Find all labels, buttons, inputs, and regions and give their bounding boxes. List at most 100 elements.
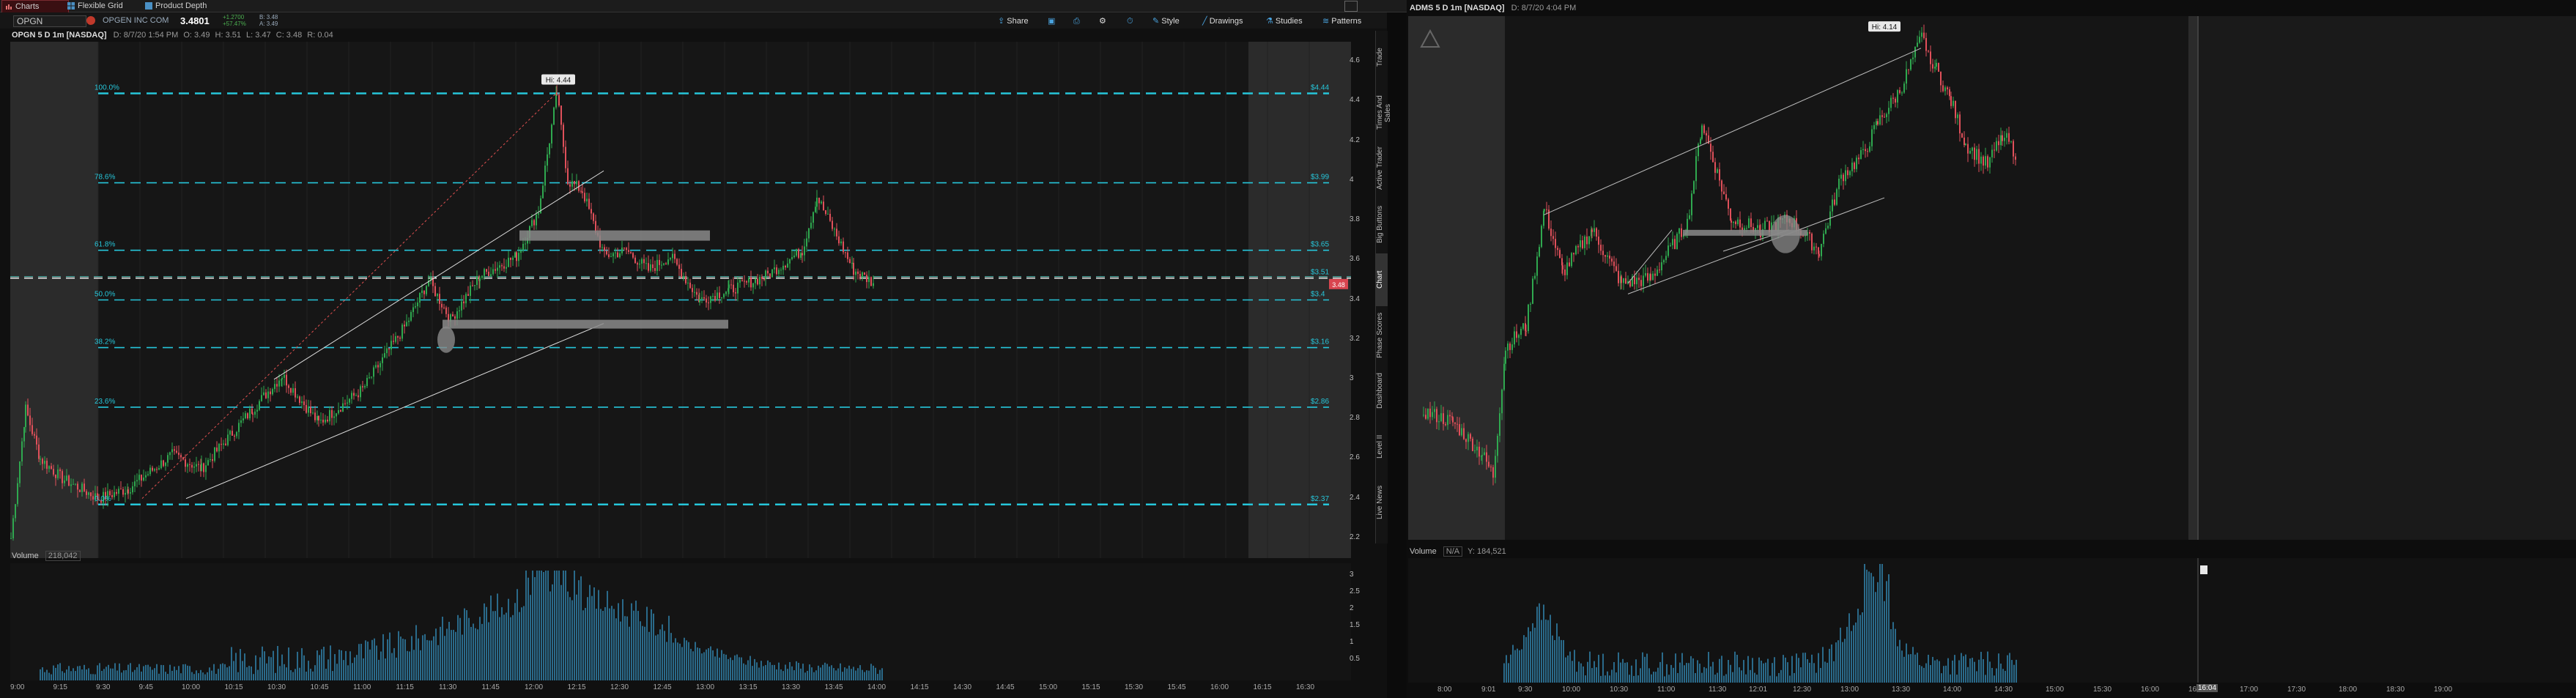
volume-bar (1864, 564, 1865, 683)
volume-bar (708, 647, 709, 680)
time-tick-label: 13:00 (696, 683, 715, 691)
volume-bar (1932, 656, 1933, 683)
volume-bar (343, 660, 344, 680)
tab-product-depth[interactable]: Product Depth (142, 0, 236, 12)
volume-bar (1576, 672, 1577, 683)
candle-body (1862, 149, 1864, 150)
candle-body (364, 386, 366, 387)
time-axis[interactable]: 8:00 9:01 9:30 10:00 10:30 11:00 11:30 12:01 12:… (1408, 684, 2576, 697)
tab-charts[interactable]: Charts (1, 0, 69, 13)
window-restore-button[interactable] (1344, 1, 1358, 12)
volume-bar (741, 657, 742, 680)
volume-bar (1677, 672, 1679, 683)
share-icon: ⇪ (998, 17, 1007, 26)
studies-button[interactable]: ⚗ Studies (1266, 15, 1303, 27)
volume-bar (202, 672, 204, 680)
time-tick-label: 10:30 (267, 683, 286, 691)
drawings-button[interactable]: ╱ Drawings (1202, 15, 1243, 27)
volume-bar (653, 613, 654, 680)
side-tab-chart[interactable]: Chart (1376, 253, 1388, 306)
tab-flexible-grid[interactable]: Flexible Grid (64, 0, 151, 12)
volume-bar (479, 617, 481, 680)
candle-body (479, 278, 481, 281)
side-tab-live-news[interactable]: Live News (1376, 476, 1388, 529)
candle-body (349, 398, 350, 403)
side-tab-trade[interactable]: Trade (1376, 31, 1388, 83)
time-axis[interactable]: 9:00 9:15 9:30 9:45 10:00 10:15 10:30 10:45 11:0… (10, 682, 1351, 695)
candle-body (19, 461, 21, 483)
time-tick-label: 17:00 (2240, 686, 2259, 694)
candle-body (331, 409, 333, 418)
side-tab-level-ii[interactable]: Level II (1376, 420, 1388, 473)
screenshot-button[interactable]: ▣ (1048, 15, 1055, 27)
candle-body (1438, 421, 1440, 423)
candle-body (1476, 446, 1478, 451)
side-tab-active-trader[interactable]: Active Trader (1376, 142, 1388, 195)
candle-body (286, 374, 287, 386)
volume-bar (620, 621, 621, 680)
candle-body (544, 166, 546, 186)
side-tab-dashboard[interactable]: Dashboard (1376, 365, 1388, 417)
volume-bar (582, 610, 584, 680)
candle-body (288, 385, 289, 388)
candle-body (641, 259, 643, 264)
side-tab-times-and-sales[interactable]: Times And Sales (1376, 86, 1392, 139)
time-tick-label: 10:30 (1610, 686, 1629, 694)
candle-body (1594, 228, 1595, 232)
style-label: Style (1161, 17, 1180, 26)
candle-body (167, 455, 169, 463)
settings-button[interactable]: ⚙ (1099, 15, 1106, 27)
style-button[interactable]: ✎ Style (1152, 15, 1180, 27)
side-tab-phase-scores[interactable]: Phase Scores (1376, 309, 1388, 362)
volume-bar (1679, 662, 1681, 683)
volume-bar (1928, 654, 1929, 683)
volume-bar (277, 645, 278, 680)
side-tab-big-buttons[interactable]: Big Buttons (1376, 198, 1388, 250)
candle-body (395, 336, 396, 342)
volume-chart[interactable] (1408, 558, 2576, 683)
volume-bar (486, 606, 487, 680)
volume-bar (686, 640, 687, 680)
candle-body (382, 357, 383, 363)
volume-bar (312, 671, 314, 680)
candle-body (538, 213, 539, 215)
candle-body (632, 253, 634, 258)
volume-bar (589, 584, 591, 680)
price-axis[interactable]: 4.6 4.4 4.2 4 3.8 3.6 3.4 3.2 3 2.8 2.6 2.4 2.2 (1347, 42, 1376, 558)
candle-body (1739, 219, 1741, 228)
price-tick-label: 2.4 (1350, 493, 1360, 502)
share-button[interactable]: ⇪ Share (998, 15, 1029, 27)
patterns-button[interactable]: ≋ Patterns (1322, 15, 1361, 27)
candle-body (1445, 423, 1446, 426)
volume-bar (1778, 672, 1780, 683)
volume-chart[interactable] (10, 563, 1351, 680)
candle-body (290, 387, 292, 393)
candle-body (44, 461, 45, 464)
volume-bar (626, 616, 628, 680)
candle-body (1520, 328, 1522, 335)
candle-body (38, 444, 40, 459)
price-chart[interactable]: Hi: 4.14 (1408, 16, 2576, 540)
volume-bar (657, 634, 659, 680)
ohlc-close: C: 3.48 (275, 31, 303, 40)
company-name: OPGEN INC COM (103, 16, 169, 25)
price-chart[interactable]: Hi: 4.44 100.0% $4.44 78.6% $3.99 61.8% $3.65 5… (10, 42, 1351, 558)
print-button[interactable]: ⎙ (1073, 15, 1080, 27)
candle-body (1643, 275, 1644, 286)
volume-bar (341, 650, 342, 680)
volume-bar (242, 661, 243, 680)
alert-icon[interactable] (86, 16, 95, 25)
volume-bar (171, 670, 173, 680)
ask-value: A: 3.49 (259, 21, 278, 27)
volume-bar (1758, 657, 1760, 683)
candle-body (857, 271, 859, 274)
volume-bar (211, 670, 212, 680)
candle-body (1821, 243, 1822, 256)
volume-bar (1580, 663, 1582, 683)
candle-body (84, 483, 85, 491)
volume-bar (48, 672, 50, 680)
volume-bar (457, 615, 459, 680)
candle-body (737, 282, 739, 294)
symbol-input[interactable]: OPGN (13, 15, 86, 27)
timeframe-button[interactable]: ⏱ (1127, 15, 1133, 27)
